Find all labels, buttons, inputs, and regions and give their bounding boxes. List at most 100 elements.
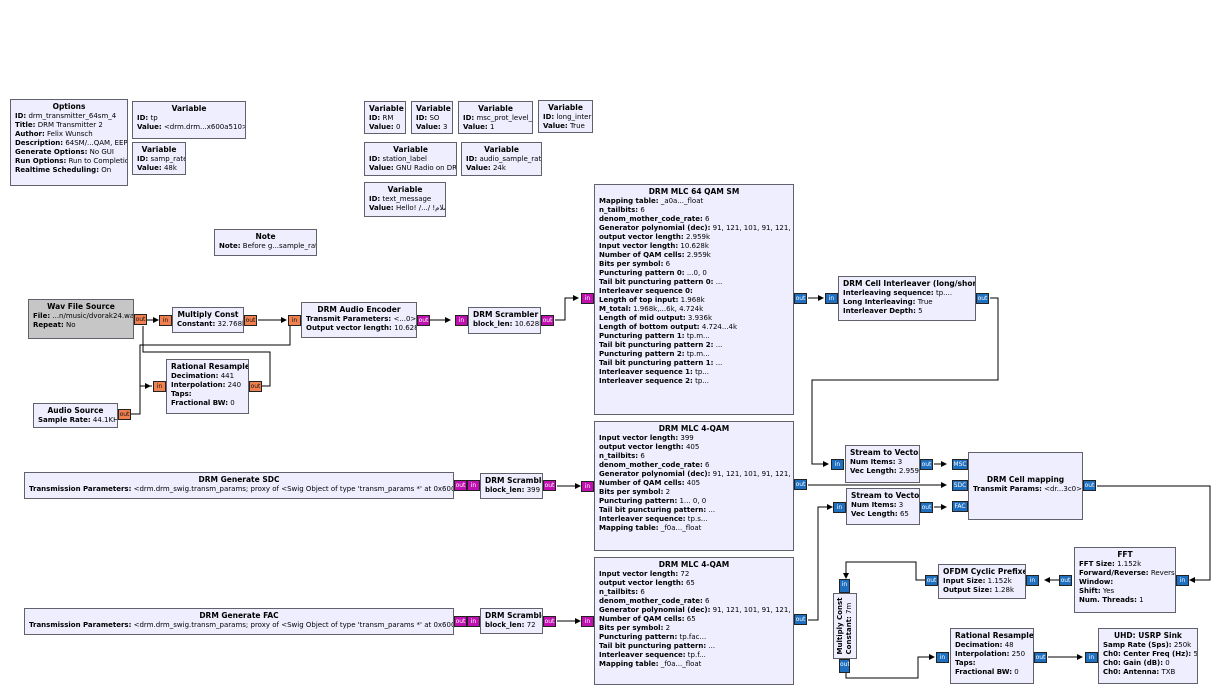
mult2-in-port[interactable]: in bbox=[839, 579, 850, 593]
param-row: Length of bottom output: 4.724...4k bbox=[599, 323, 738, 331]
interleaver-in-port[interactable]: in bbox=[825, 293, 838, 304]
variable-text-message-block[interactable]: Variable ID: text_message Value: Hello! … bbox=[364, 182, 446, 217]
scrambler1-in-port[interactable]: in bbox=[455, 315, 468, 326]
multiply-const-block[interactable]: Multiply Const Constant: 32.768k bbox=[172, 307, 244, 333]
mlc4a-out-port[interactable]: out bbox=[794, 479, 807, 490]
scrambler-3-block[interactable]: DRM Scrambler block_len: 72 bbox=[480, 608, 543, 634]
genfac-out-port[interactable]: out bbox=[454, 616, 467, 627]
param-row: block_len: 10.628k bbox=[473, 320, 541, 328]
param-row: Output vector length: 10.628k bbox=[306, 324, 416, 332]
param-row: Mapping table: _f0a..._float bbox=[599, 524, 702, 532]
usrp-sink-block[interactable]: UHD: USRP Sink Samp Rate (Sps): 250k Ch0… bbox=[1098, 628, 1198, 684]
stv2-in-port[interactable]: in bbox=[833, 502, 846, 513]
variable-long-interl-block[interactable]: Variable ID: long_interl Value: True bbox=[538, 100, 593, 133]
audio-source-block[interactable]: Audio Source Sample Rate: 44.1KHz bbox=[33, 403, 118, 428]
audio-source-out-port[interactable]: out bbox=[118, 409, 131, 420]
mapping-msc-port[interactable]: MSC bbox=[952, 459, 968, 470]
block-title: Variable bbox=[369, 104, 404, 113]
stv2-out-port[interactable]: out bbox=[920, 502, 933, 513]
scrambler1-out-port[interactable]: out bbox=[541, 315, 554, 326]
wav-out-port[interactable]: out bbox=[134, 314, 147, 325]
scrambler2-in-port[interactable]: in bbox=[467, 480, 480, 491]
mapping-fac-port[interactable]: FAC bbox=[952, 501, 968, 512]
scrambler-2-block[interactable]: DRM Scrambler block_len: 399 bbox=[480, 473, 543, 499]
mapping-out-port[interactable]: out bbox=[1083, 480, 1096, 491]
mlc4b-in-port[interactable]: in bbox=[581, 616, 594, 627]
param-row: Ch0: Antenna: TXB bbox=[1103, 668, 1176, 676]
block-title: UHD: USRP Sink bbox=[1114, 631, 1182, 640]
mlc-64qam-block[interactable]: DRM MLC 64 QAM SM Mapping table: _a0a...… bbox=[594, 184, 794, 415]
param-row: Interleaver sequence 0: bbox=[599, 287, 693, 295]
param-row: Ch0: Center Freq (Hz): 5M bbox=[1103, 650, 1198, 658]
rational-resampler-2-block[interactable]: Rational Resampler Decimation: 48 Interp… bbox=[950, 628, 1034, 684]
stv1-out-port[interactable]: out bbox=[920, 459, 933, 470]
resampler2-out-port[interactable]: out bbox=[1034, 652, 1047, 663]
scrambler3-out-port[interactable]: out bbox=[543, 616, 556, 627]
wav-file-source-block[interactable]: Wav File Source File: ...n/music/dvorak2… bbox=[28, 299, 134, 339]
param-row: Number of QAM cells: 65 bbox=[599, 615, 696, 623]
variable-tp-block[interactable]: Variable ID: tp Value: <drm.drm...x600a5… bbox=[132, 101, 246, 139]
mlc64-out-port[interactable]: out bbox=[794, 293, 807, 304]
param-row: Puncturing pattern: 1... 0, 0 bbox=[599, 497, 707, 505]
cell-interleaver-block[interactable]: DRM Cell Interleaver (long/short) Interl… bbox=[838, 276, 976, 321]
scrambler3-in-port[interactable]: in bbox=[467, 616, 480, 627]
fft-out-port[interactable]: out bbox=[1059, 575, 1072, 586]
audio-encoder-block[interactable]: DRM Audio Encoder Transmit Parameters: <… bbox=[301, 302, 417, 338]
mlc-4qam-fac-block[interactable]: DRM MLC 4-QAM Input vector length: 72 ou… bbox=[594, 557, 794, 685]
interleaver-out-port[interactable]: out bbox=[976, 293, 989, 304]
fft-in-port[interactable]: in bbox=[1176, 575, 1189, 586]
stv1-in-port[interactable]: in bbox=[831, 459, 844, 470]
ofdm-cyclic-prefixer-block[interactable]: OFDM Cyclic Prefixer Input Size: 1.152k … bbox=[938, 564, 1026, 599]
resampler1-out-port[interactable]: out bbox=[249, 381, 262, 392]
mlc4b-out-port[interactable]: out bbox=[794, 614, 807, 625]
variable-msc-prot-level-block[interactable]: Variable ID: msc_prot_level_2 Value: 1 bbox=[458, 101, 533, 134]
block-title: Variable bbox=[171, 104, 207, 113]
variable-station-label-block[interactable]: Variable ID: station_label Value: GNU Ra… bbox=[364, 142, 457, 176]
param-row: Interleaver Depth: 5 bbox=[843, 307, 923, 315]
mlc64-in-port[interactable]: in bbox=[581, 293, 594, 304]
fft-block[interactable]: FFT FFT Size: 1.152k Forward/Reverse: Re… bbox=[1074, 547, 1176, 613]
resampler1-in-port[interactable]: in bbox=[153, 381, 166, 392]
note-block[interactable]: Note Note: Before g...sample_rate. bbox=[214, 229, 317, 256]
mlc-4qam-sdc-block[interactable]: DRM MLC 4-QAM Input vector length: 399 o… bbox=[594, 421, 794, 551]
block-title: Rational Resampler bbox=[171, 362, 249, 371]
gensdc-out-port[interactable]: out bbox=[454, 480, 467, 491]
param-row: Interleaver sequence 1: tp... bbox=[599, 368, 709, 376]
scrambler-1-block[interactable]: DRM Scrambler block_len: 10.628k bbox=[468, 307, 541, 334]
wire-interleaver-to-stv1 bbox=[811, 297, 999, 467]
param-row: Fractional BW: 0 bbox=[955, 668, 1019, 676]
multiply-const-2-block[interactable]: Multiply Const Constant: 7m bbox=[833, 593, 857, 659]
param-row: Interleaver sequence: tp.f... bbox=[599, 651, 706, 659]
usrp-in-port[interactable]: in bbox=[1085, 652, 1098, 663]
stream-to-vector-1-block[interactable]: Stream to Vector Num Items: 3 Vec Length… bbox=[845, 445, 920, 483]
param-row: block_len: 399 bbox=[485, 486, 541, 494]
stream-to-vector-2-block[interactable]: Stream to Vector Num Items: 3 Vec Length… bbox=[846, 488, 920, 525]
mult1-out-port[interactable]: out bbox=[244, 315, 257, 326]
param-row: Value: 1 bbox=[463, 123, 495, 131]
mult1-in-port[interactable]: in bbox=[159, 315, 172, 326]
variable-audio-sample-rate-block[interactable]: Variable ID: audio_sample_rate Value: 24… bbox=[461, 142, 542, 176]
param-row: Decimation: 48 bbox=[955, 641, 1014, 649]
encoder-out-port[interactable]: out bbox=[417, 315, 430, 326]
variable-so-block[interactable]: Variable ID: SO Value: 3 bbox=[411, 101, 453, 134]
mult2-out-port[interactable]: out bbox=[839, 659, 850, 673]
variable-rm-block[interactable]: Variable ID: RM Value: 0 bbox=[364, 101, 406, 134]
resampler2-in-port[interactable]: in bbox=[936, 652, 949, 663]
scrambler2-out-port[interactable]: out bbox=[543, 480, 556, 491]
rational-resampler-1-block[interactable]: Rational Resampler Decimation: 441 Inter… bbox=[166, 359, 249, 414]
variable-samp-rate-block[interactable]: Variable ID: samp_rate Value: 48k bbox=[132, 142, 186, 175]
param-row: Vec Length: 2.959k bbox=[850, 467, 919, 475]
param-row: Title: DRM Transmitter 2 bbox=[15, 121, 103, 129]
wire-mlc4b-to-stv2 bbox=[808, 504, 833, 621]
generate-sdc-block[interactable]: DRM Generate SDC Transmission Parameters… bbox=[24, 472, 454, 499]
cell-mapping-block[interactable]: DRM Cell mapping Transmit Params: <dr...… bbox=[968, 452, 1083, 520]
generate-fac-block[interactable]: DRM Generate FAC Transmission Parameters… bbox=[24, 608, 454, 635]
block-title: FFT bbox=[1117, 550, 1133, 559]
ofdm-out-port[interactable]: out bbox=[925, 575, 938, 586]
mapping-sdc-port[interactable]: SDC bbox=[952, 480, 968, 491]
options-block[interactable]: Options ID: drm_transmitter_64sm_4 Title… bbox=[10, 99, 128, 186]
encoder-in-port[interactable]: in bbox=[288, 315, 301, 326]
mlc4a-in-port[interactable]: in bbox=[581, 481, 594, 492]
block-title: Rational Resampler bbox=[955, 631, 1034, 640]
ofdm-in-port[interactable]: in bbox=[1026, 575, 1039, 586]
